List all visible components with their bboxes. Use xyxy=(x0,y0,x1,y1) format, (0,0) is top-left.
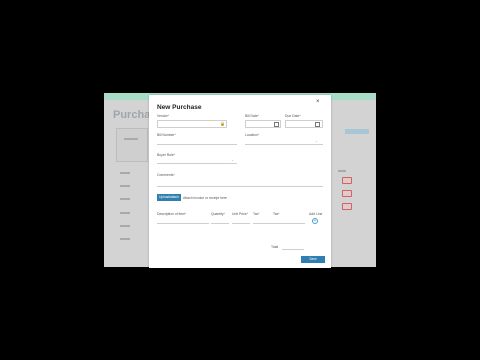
background-action-button xyxy=(345,129,369,134)
buyer-label: Buyer Rule* xyxy=(157,153,176,157)
unit-price-input[interactable] xyxy=(232,223,250,224)
chevron-down-icon: ⌄ xyxy=(315,139,318,143)
total-value xyxy=(282,249,304,250)
comments-input[interactable] xyxy=(157,186,323,187)
delete-icon xyxy=(342,177,352,184)
summary-card xyxy=(116,128,148,162)
list-item xyxy=(120,212,130,214)
quantity-input[interactable] xyxy=(211,223,229,224)
unit-price-label: Unit Price* xyxy=(232,212,249,216)
delete-icon xyxy=(342,190,352,197)
calendar-icon[interactable] xyxy=(315,121,320,127)
tax-label: Tax* xyxy=(253,212,260,216)
add-line-label: Add Line xyxy=(309,212,323,216)
tax-input[interactable] xyxy=(253,223,273,224)
column-header xyxy=(338,170,346,172)
lock-icon: 🔒 xyxy=(220,121,225,126)
description-label: Description of item* xyxy=(157,212,187,216)
list-item xyxy=(120,172,130,174)
attach-invoice-link[interactable]: Attach invoice or receipt here xyxy=(183,196,227,200)
buyer-select[interactable] xyxy=(157,163,237,164)
tax-amount-input[interactable] xyxy=(273,223,305,224)
delete-icon xyxy=(342,203,352,210)
upload-attach-button[interactable]: Upload/attach xyxy=(157,194,181,201)
save-button[interactable]: Save xyxy=(301,256,325,263)
quantity-label: Quantity* xyxy=(211,212,225,216)
comments-label: Comments* xyxy=(157,173,175,177)
calendar-icon[interactable] xyxy=(274,121,279,127)
vendor-input[interactable] xyxy=(157,120,227,128)
location-select[interactable] xyxy=(245,144,323,145)
location-label: Location* xyxy=(245,133,260,137)
modal-title: New Purchase xyxy=(157,104,202,111)
list-item xyxy=(120,198,130,200)
list-item xyxy=(120,238,130,240)
new-purchase-modal: New Purchase × Vendor* 🔒 Bill Date* Due … xyxy=(149,95,331,268)
due-date-label: Due Date* xyxy=(285,114,301,118)
total-label: Total xyxy=(271,245,279,249)
list-item xyxy=(120,225,130,227)
list-item xyxy=(120,185,130,187)
chevron-down-icon: ⌄ xyxy=(231,158,234,162)
bill-number-input[interactable] xyxy=(157,144,237,145)
vendor-label: Vendor* xyxy=(157,114,170,118)
close-icon[interactable]: × xyxy=(316,99,320,105)
bill-date-label: Bill Date* xyxy=(245,114,259,118)
summary-card-text xyxy=(124,138,138,140)
tax-label-2: Tax* xyxy=(273,212,280,216)
bill-number-label: Bill Number* xyxy=(157,133,176,137)
add-icon[interactable]: + xyxy=(312,218,318,224)
description-input[interactable] xyxy=(157,223,209,224)
